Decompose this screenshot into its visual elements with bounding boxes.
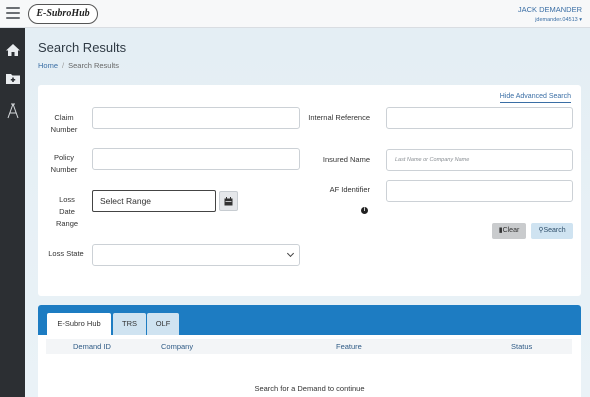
main-content: Search Results Home / Search Results Hide … [25,28,590,397]
loss-state-select[interactable] [92,244,300,266]
tab-e-subro-hub[interactable]: E-Subro Hub [47,313,111,335]
user-id-dropdown[interactable]: jdemander.04513 ▾ [535,17,582,23]
results-panel: E-Subro Hub TRS OLF Demand ID Company Fe… [38,305,581,397]
breadcrumb-home-link[interactable]: Home [38,61,58,70]
column-status[interactable]: Status [511,339,532,354]
loss-state-label: Loss State [48,249,84,258]
policy-number-label: Policy Number [50,153,78,174]
advanced-search-card: Hide Advanced Search Claim Number Policy… [38,85,581,296]
calendar-button[interactable] [219,191,238,211]
calendar-icon [224,196,233,205]
internal-reference-label: Internal Reference [308,113,370,122]
af-identifier-input[interactable] [386,180,573,202]
app-logo[interactable]: E-SubroHub [28,4,98,24]
column-demand-id[interactable]: Demand ID [73,339,111,354]
insured-name-input[interactable]: Last Name or Company Name [386,149,573,171]
folder-plus-icon[interactable] [3,69,22,88]
column-feature[interactable]: Feature [336,339,362,354]
sidebar [0,28,25,397]
breadcrumb: Home / Search Results [38,61,119,70]
results-tabs-bar: E-Subro Hub TRS OLF [38,305,581,335]
policy-number-input[interactable] [92,148,300,170]
user-id-label: jdemander.04513 [535,17,578,23]
tab-olf[interactable]: OLF [147,313,179,335]
empty-results-message: Search for a Demand to continue [254,384,365,393]
page-title: Search Results [38,40,127,55]
loss-date-range-label: Loss Date Range [55,195,79,228]
breadcrumb-current: Search Results [68,61,119,70]
breadcrumb-separator: / [62,61,65,70]
top-bar: E-SubroHub JACK DEMANDER jdemander.04513… [0,0,590,28]
info-icon[interactable]: i [361,198,368,216]
user-name[interactable]: JACK DEMANDER [518,5,582,14]
claim-number-label: Claim Number [50,113,78,134]
claim-number-input[interactable] [92,107,300,129]
search-button[interactable]: ⚲Search [531,223,573,239]
af-logo-icon[interactable] [3,101,22,120]
hide-advanced-search-link[interactable]: Hide Advanced Search [499,93,571,103]
insured-name-label: Insured Name [322,155,370,164]
column-company[interactable]: Company [161,339,193,354]
home-icon[interactable] [3,40,22,59]
caret-down-icon: ▾ [579,17,582,23]
chevron-down-icon [286,249,295,258]
clear-button-label: Clear [502,227,520,234]
internal-reference-input[interactable] [386,107,573,129]
results-table-header: Demand ID Company Feature Status [46,339,572,354]
af-identifier-label: AF Identifier [329,185,370,194]
menu-icon[interactable] [6,7,20,19]
search-button-label: Search [543,227,566,234]
tab-trs[interactable]: TRS [113,313,146,335]
insured-name-placeholder: Last Name or Company Name [395,157,470,163]
loss-date-range-input[interactable]: Select Range [92,190,216,212]
clear-button[interactable]: ▮Clear [492,223,526,239]
